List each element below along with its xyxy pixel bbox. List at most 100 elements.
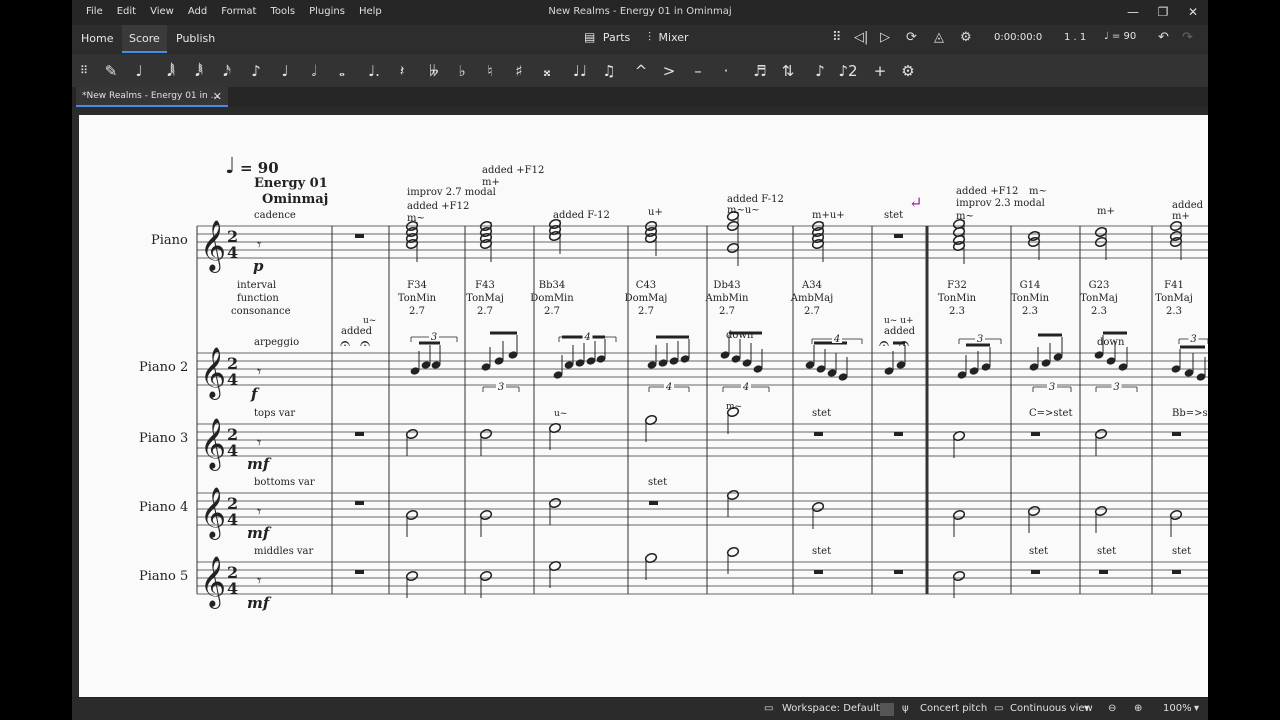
sharp-icon[interactable]: ♯ (507, 59, 531, 83)
annotation-down-b[interactable]: down (1097, 337, 1125, 348)
close-icon[interactable]: ✕ (213, 87, 222, 106)
minimize-icon[interactable]: — (1118, 0, 1148, 25)
annotation-added-p2[interactable]: added (341, 326, 373, 337)
restore-icon[interactable]: ❐ (1148, 0, 1178, 25)
document-tab[interactable]: *New Realms - Energy 01 in ... ✕ (76, 87, 228, 107)
dynamic-piano-5[interactable]: mf (247, 594, 272, 612)
voice-2-icon[interactable]: ♪2 (836, 59, 860, 83)
tempo-marking[interactable]: = 90 (240, 159, 279, 177)
annotation-stet-p5b[interactable]: stet (1029, 546, 1048, 557)
score-title-line1[interactable]: Energy 01 (254, 176, 328, 191)
annotation-m-plus-b[interactable]: m+ (1097, 206, 1115, 217)
tab-publish[interactable]: Publish (171, 25, 220, 53)
staff-name-piano[interactable]: Piano (151, 233, 188, 248)
add-icon[interactable]: + (868, 59, 892, 83)
staff-name-piano-5[interactable]: Piano 5 (139, 569, 188, 584)
annotation-added-f-12-b[interactable]: added F-12 (727, 194, 784, 205)
dynamic-piano-4[interactable]: mf (247, 524, 272, 542)
annotation-m-tilde-c[interactable]: m~ (956, 211, 974, 222)
loop-icon[interactable]: ⟳ (906, 30, 917, 45)
annotation-improv-23[interactable]: improv 2.3 modal (956, 198, 1045, 209)
mixer-button[interactable]: ⫶ Mixer (648, 30, 689, 45)
play-icon[interactable]: ▷ (880, 30, 890, 45)
annotation-added-p2b[interactable]: added (884, 326, 916, 337)
accent-icon[interactable]: > (657, 59, 681, 83)
zoom-in-icon[interactable]: ⊕ (1134, 703, 1142, 714)
whole-note-icon[interactable]: 𝅝 (330, 59, 354, 83)
dynamic-piano-2[interactable]: f (250, 385, 260, 403)
lyric-label-interval[interactable]: interval (237, 280, 276, 291)
score-title-line2[interactable]: Ominmaj (262, 192, 328, 207)
rest-icon[interactable]: 𝄽 (390, 59, 414, 83)
double-flat-icon[interactable]: 𝄫 (422, 59, 446, 83)
marcato-icon[interactable]: ^ (629, 59, 653, 83)
pen-icon[interactable]: ✎ (99, 59, 123, 83)
tenuto-icon[interactable]: – (686, 59, 710, 83)
staff-text-middles-var[interactable]: middles var (254, 546, 314, 557)
annotation-c-stet[interactable]: C=>stet (1029, 408, 1073, 419)
annotation-m-tilde-b[interactable]: m~ (1029, 186, 1047, 197)
metronome-icon[interactable]: ◬ (934, 30, 944, 45)
staff-name-piano-2[interactable]: Piano 2 (139, 360, 188, 375)
annotation-stet-p5d[interactable]: stet (1172, 546, 1191, 557)
chevron-down-icon[interactable]: ▾ (1084, 703, 1089, 714)
annotation-added-f12-b[interactable]: added +F12 (482, 165, 544, 176)
annotation-m-plus[interactable]: m+ (482, 177, 500, 188)
lyric-label-consonance[interactable]: consonance (231, 306, 291, 317)
annotation-stet[interactable]: stet (884, 210, 903, 221)
workspace-selector[interactable]: Workspace: Default (782, 703, 880, 714)
dotted-note-icon[interactable]: ♩. (362, 59, 386, 83)
undo-icon[interactable]: ↶ (1158, 30, 1169, 45)
slur-icon[interactable]: ♫ (597, 59, 621, 83)
annotation-m-u-plus[interactable]: m+u+ (812, 210, 845, 221)
32nd-note-icon[interactable]: 𝅘𝅥𝅱 (187, 59, 211, 83)
natural-icon[interactable]: ♮ (478, 59, 502, 83)
staff-name-piano-3[interactable]: Piano 3 (139, 431, 188, 446)
annotation-added-f-12[interactable]: added F-12 (553, 210, 610, 221)
staff-name-piano-4[interactable]: Piano 4 (139, 500, 188, 515)
toolbar-settings-icon[interactable]: ⚙ (896, 59, 920, 83)
dynamic-piano-3[interactable]: mf (247, 455, 272, 473)
quarter-note-icon[interactable]: ♩ (273, 59, 297, 83)
annotation-added-f12[interactable]: added +F12 (407, 201, 469, 212)
annotation-stet-p5c[interactable]: stet (1097, 546, 1116, 557)
annotation-u-plus[interactable]: u+ (648, 207, 663, 218)
annotation-m-u-tilde[interactable]: m~u~ (727, 205, 760, 216)
double-sharp-icon[interactable]: 𝄪 (535, 59, 559, 83)
note-input-mode-icon[interactable]: ♩ (127, 59, 151, 83)
annotation-u-tilde-p3[interactable]: u~ (554, 409, 567, 419)
annotation-m-tilde-p3[interactable]: m~ (726, 402, 742, 412)
flat-icon[interactable]: ♭ (450, 59, 474, 83)
annotation-m-tilde[interactable]: m~ (407, 213, 425, 224)
view-mode-selector[interactable]: Continuous view (1010, 703, 1093, 714)
annotation-bb-stet[interactable]: Bb=>st (1172, 408, 1208, 419)
score-canvas[interactable]: 𝄞 2 4 𝄾 𝄞 2 4 𝄾 𝄞 2 4 𝄾 𝄞 2 4 𝄾 𝄞 2 4 𝄾 𝄐 𝄐 𝄐 𝄐 3 4 4 4 4 3 3 3 3 3 ♩ = 9… (72, 107, 1208, 697)
staff-text-arpeggio[interactable]: arpeggio (254, 337, 299, 348)
staff-text-cadence[interactable]: cadence (254, 210, 296, 221)
zoom-level[interactable]: 100% (1163, 703, 1192, 714)
tie-icon[interactable]: ♩♩ (568, 59, 592, 83)
annotation-m-plus-c[interactable]: m+ (1172, 211, 1190, 222)
annotation-improv-27[interactable]: improv 2.7 modal (407, 187, 496, 198)
rewind-icon[interactable]: ◁| (854, 30, 868, 45)
annotation-stet-p5a[interactable]: stet (812, 546, 831, 557)
staff-text-tops-var[interactable]: tops var (254, 408, 295, 419)
toolbar-handle-icon[interactable]: ⠿ (72, 59, 96, 83)
concert-pitch-toggle[interactable]: Concert pitch (920, 703, 987, 714)
tuplet-icon[interactable]: ♬ (748, 59, 772, 83)
half-note-icon[interactable]: 𝅗𝅥 (302, 59, 326, 83)
voice-1-icon[interactable]: ♪ (808, 59, 832, 83)
annotation-added-f12-c[interactable]: added +F12 (956, 186, 1018, 197)
zoom-out-icon[interactable]: ⊖ (1108, 703, 1116, 714)
tab-score[interactable]: Score (122, 25, 167, 53)
flip-direction-icon[interactable]: ⇅ (776, 59, 800, 83)
16th-note-icon[interactable]: 𝅘𝅥𝅯 (215, 59, 239, 83)
eighth-note-icon[interactable]: ♪ (244, 59, 268, 83)
dynamic-piano-1[interactable]: p (253, 257, 264, 275)
annotation-stet-p4[interactable]: stet (648, 477, 667, 488)
annotation-added[interactable]: added (1172, 200, 1204, 211)
64th-note-icon[interactable]: 𝅘𝅥𝅲 (159, 59, 183, 83)
annotation-stet-p3[interactable]: stet (812, 408, 831, 419)
drag-handle-icon[interactable]: ⠿ (832, 30, 842, 45)
zoom-chevron-icon[interactable]: ▾ (1194, 703, 1199, 714)
